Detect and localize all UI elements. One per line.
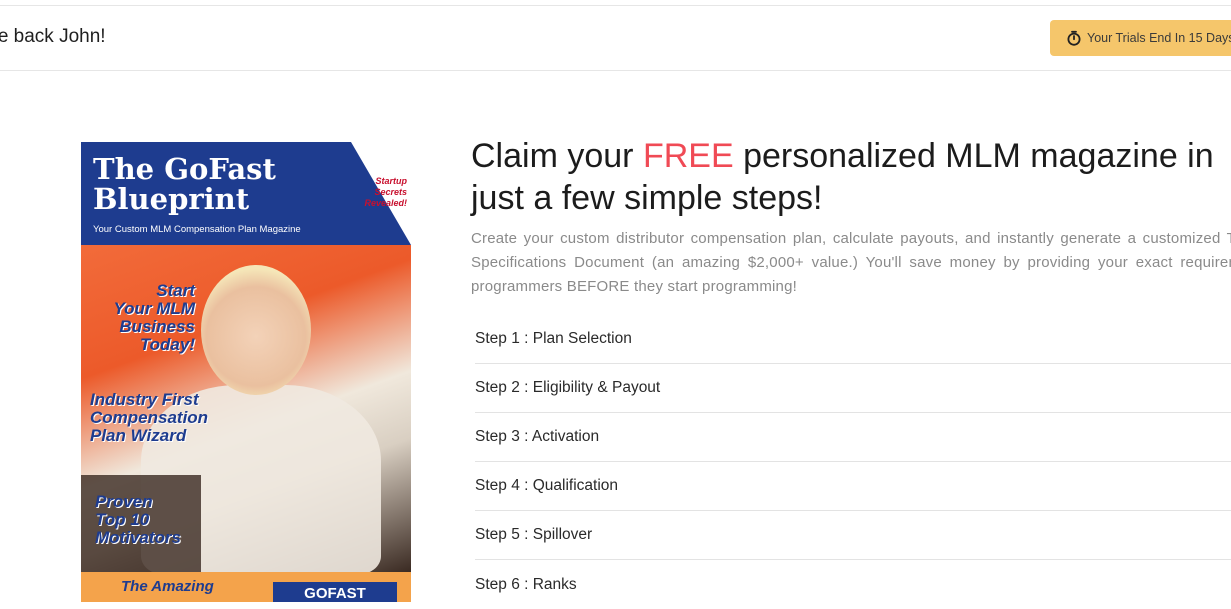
cover-industry-line1: Industry First — [90, 390, 199, 409]
cover-corner-text: Startup Secrets Revealed! — [364, 176, 407, 209]
cover-proven-line2: Top 10 — [95, 510, 150, 529]
cover-corner-line1: Startup — [375, 176, 408, 186]
cover-proven-text: Proven Top 10 Motivators — [95, 493, 181, 547]
step-activation[interactable]: Step 3 : Activation — [475, 413, 1231, 462]
step-qualification[interactable]: Step 4 : Qualification — [475, 462, 1231, 511]
cover-proven-line1: Proven — [95, 492, 153, 511]
cover-start-text: Start Your MLM Business Today! — [95, 282, 195, 354]
trial-badge[interactable]: Your Trials End In 15 Days — [1050, 20, 1231, 56]
page-description: Create your custom distributor compensat… — [471, 230, 1231, 295]
step-eligibility-payout[interactable]: Step 2 : Eligibility & Payout — [475, 364, 1231, 413]
page-headline: Claim your FREE personalized MLM magazin… — [471, 135, 1231, 219]
cover-title-line1: The GoFast — [93, 152, 276, 186]
cover-start-line1: Start — [156, 281, 195, 300]
cover-corner-line3: Revealed! — [364, 198, 407, 208]
cover-subtitle: Your Custom MLM Compensation Plan Magazi… — [93, 224, 301, 235]
cover-industry-line3: Plan Wizard — [90, 426, 187, 445]
cover-corner-line2: Secrets — [374, 187, 407, 197]
cover-logo: GOFAST — [273, 582, 397, 602]
cover-start-line2: Your MLM — [113, 299, 195, 318]
stopwatch-icon — [1067, 30, 1081, 46]
cover-industry-text: Industry First Compensation Plan Wizard — [90, 391, 208, 445]
header-bar: me back John! Your Trials End In 15 Days — [0, 6, 1231, 71]
steps-list: Step 1 : Plan Selection Step 2 : Eligibi… — [475, 315, 1231, 609]
cover-title: The GoFast Blueprint — [93, 154, 333, 214]
trial-badge-label: Your Trials End In 15 Days — [1087, 31, 1231, 45]
cover-title-line2: Blueprint — [93, 182, 250, 216]
step-ranks[interactable]: Step 6 : Ranks — [475, 560, 1231, 609]
magazine-cover-image: The GoFast Blueprint Your Custom MLM Com… — [81, 142, 411, 602]
cover-proven-line3: Motivators — [95, 528, 181, 547]
step-spillover[interactable]: Step 5 : Spillover — [475, 511, 1231, 560]
cover-industry-line2: Compensation — [90, 408, 209, 427]
cover-bottom-text: The Amazing — [121, 578, 214, 595]
step-plan-selection[interactable]: Step 1 : Plan Selection — [475, 315, 1231, 364]
headline-before: Claim your — [471, 137, 643, 175]
photo-head — [201, 265, 311, 395]
cover-start-line4: Today! — [139, 335, 195, 354]
headline-free: FREE — [642, 137, 734, 175]
cover-start-line3: Business — [119, 317, 195, 336]
welcome-message: me back John! — [0, 26, 106, 47]
